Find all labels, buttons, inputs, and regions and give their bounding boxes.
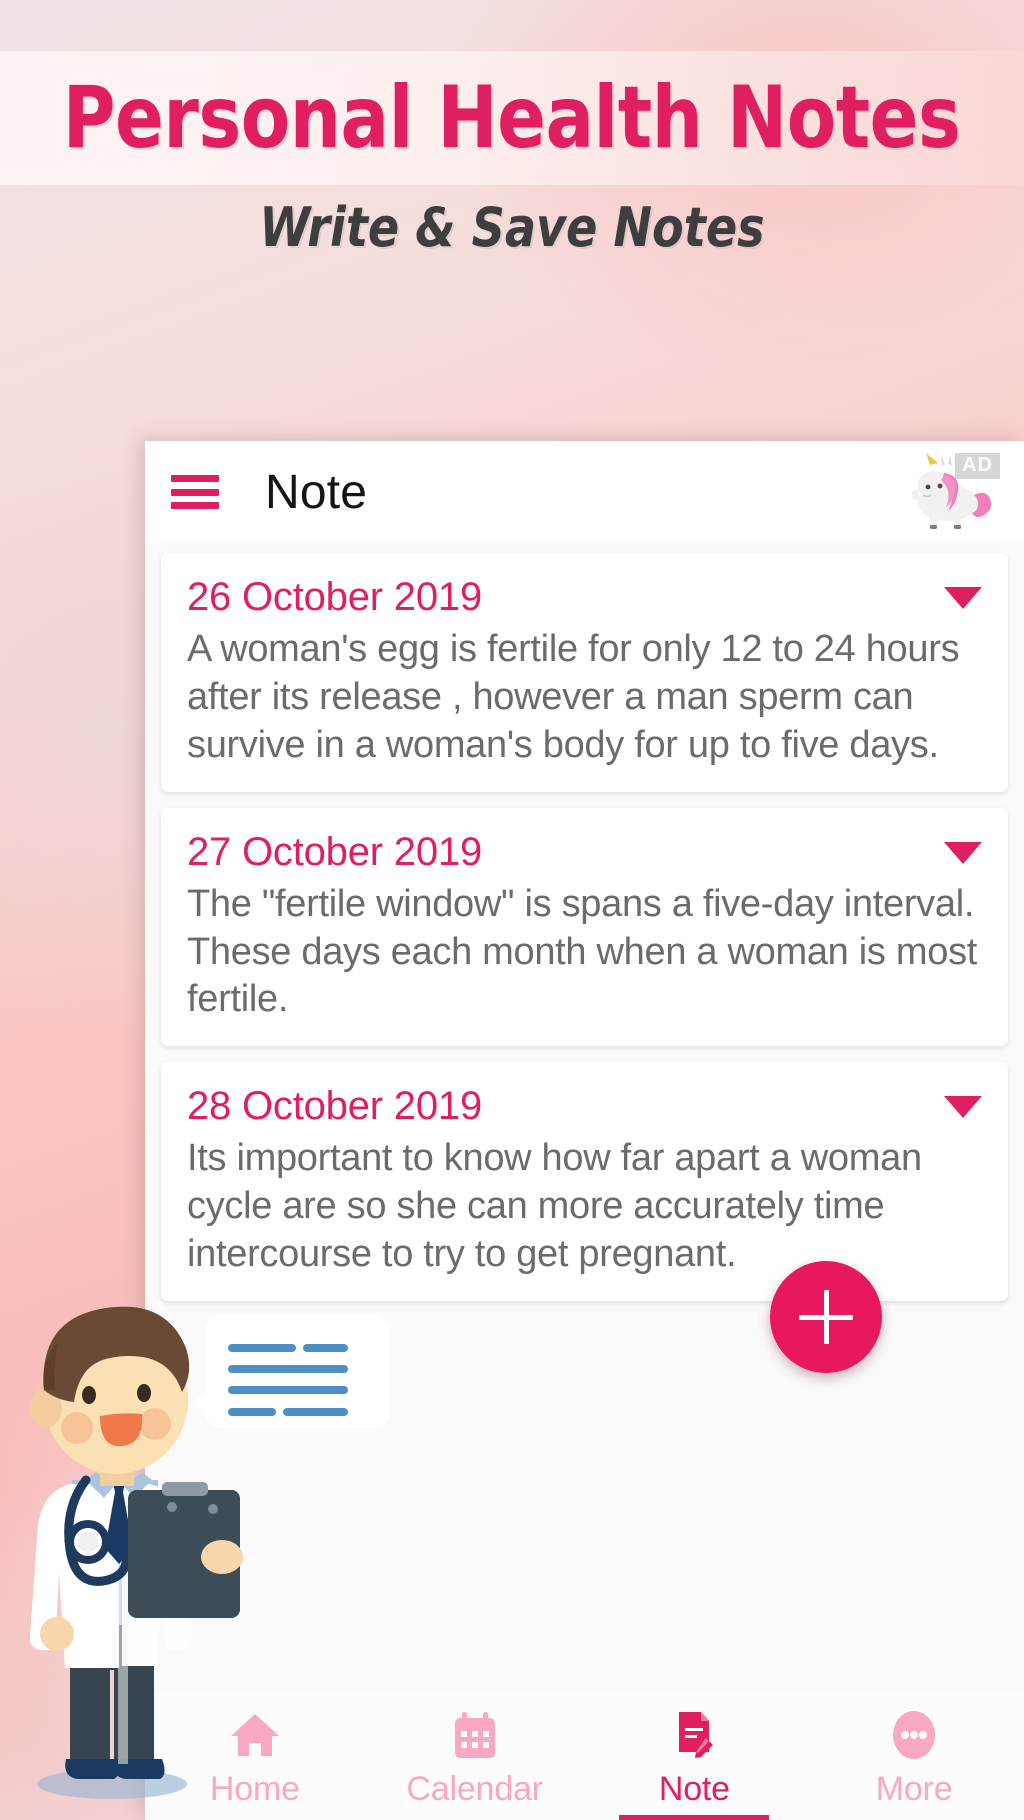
nav-label-note: Note — [658, 1770, 730, 1808]
hamburger-menu-icon[interactable] — [171, 475, 219, 509]
notes-list: 26 October 2019 A woman's egg is fertile… — [145, 543, 1024, 1301]
nav-item-note[interactable]: Note — [585, 1692, 805, 1820]
note-text: The "fertile window" is spans a five-day… — [187, 882, 978, 1021]
add-note-fab[interactable]: + — [770, 1261, 882, 1373]
home-icon — [230, 1714, 279, 1756]
ad-banner[interactable]: AD — [896, 451, 1000, 533]
note-card[interactable]: 28 October 2019 Its important to know ho… — [161, 1062, 1008, 1301]
chevron-down-icon[interactable] — [944, 587, 982, 609]
note-text: Its important to know how far apart a wo… — [187, 1137, 922, 1275]
nav-label-more: More — [875, 1770, 953, 1808]
app-header: Note AD — [145, 441, 1024, 543]
nav-item-calendar[interactable]: Calendar — [365, 1692, 585, 1820]
ad-badge-label: AD — [955, 453, 1000, 479]
chevron-down-icon[interactable] — [944, 841, 982, 864]
promo-screenshot: Personal Health Notes Write & Save Notes… — [0, 0, 1024, 1820]
page-title: Note — [265, 465, 368, 519]
app-screen: Note AD 26 October 2019 A woman's egg is… — [145, 441, 1024, 1820]
promo-subtitle: Write & Save Notes — [259, 196, 765, 259]
promo-banner: Personal Health Notes — [0, 51, 1024, 185]
nav-item-more[interactable]: More — [804, 1692, 1024, 1820]
nav-item-home[interactable]: Home — [145, 1692, 365, 1820]
bottom-navigation: Home Calendar Note More — [145, 1692, 1024, 1820]
nav-active-indicator — [619, 1815, 770, 1820]
more-dots-icon — [893, 1711, 936, 1759]
note-date: 26 October 2019 — [187, 575, 482, 619]
promo-title: Personal Health Notes — [63, 68, 961, 168]
note-text: A woman's egg is fertile for only 12 to … — [187, 628, 960, 766]
note-edit-icon — [679, 1712, 714, 1758]
calendar-icon — [454, 1712, 495, 1758]
note-card[interactable]: 26 October 2019 A woman's egg is fertile… — [161, 553, 1008, 792]
note-date: 28 October 2019 — [187, 1084, 482, 1129]
note-date: 27 October 2019 — [187, 829, 482, 874]
note-card[interactable]: 27 October 2019 The "fertile window" is … — [161, 807, 1008, 1047]
chevron-down-icon[interactable] — [944, 1096, 982, 1119]
nav-label-home: Home — [209, 1770, 300, 1808]
nav-label-calendar: Calendar — [406, 1770, 543, 1808]
